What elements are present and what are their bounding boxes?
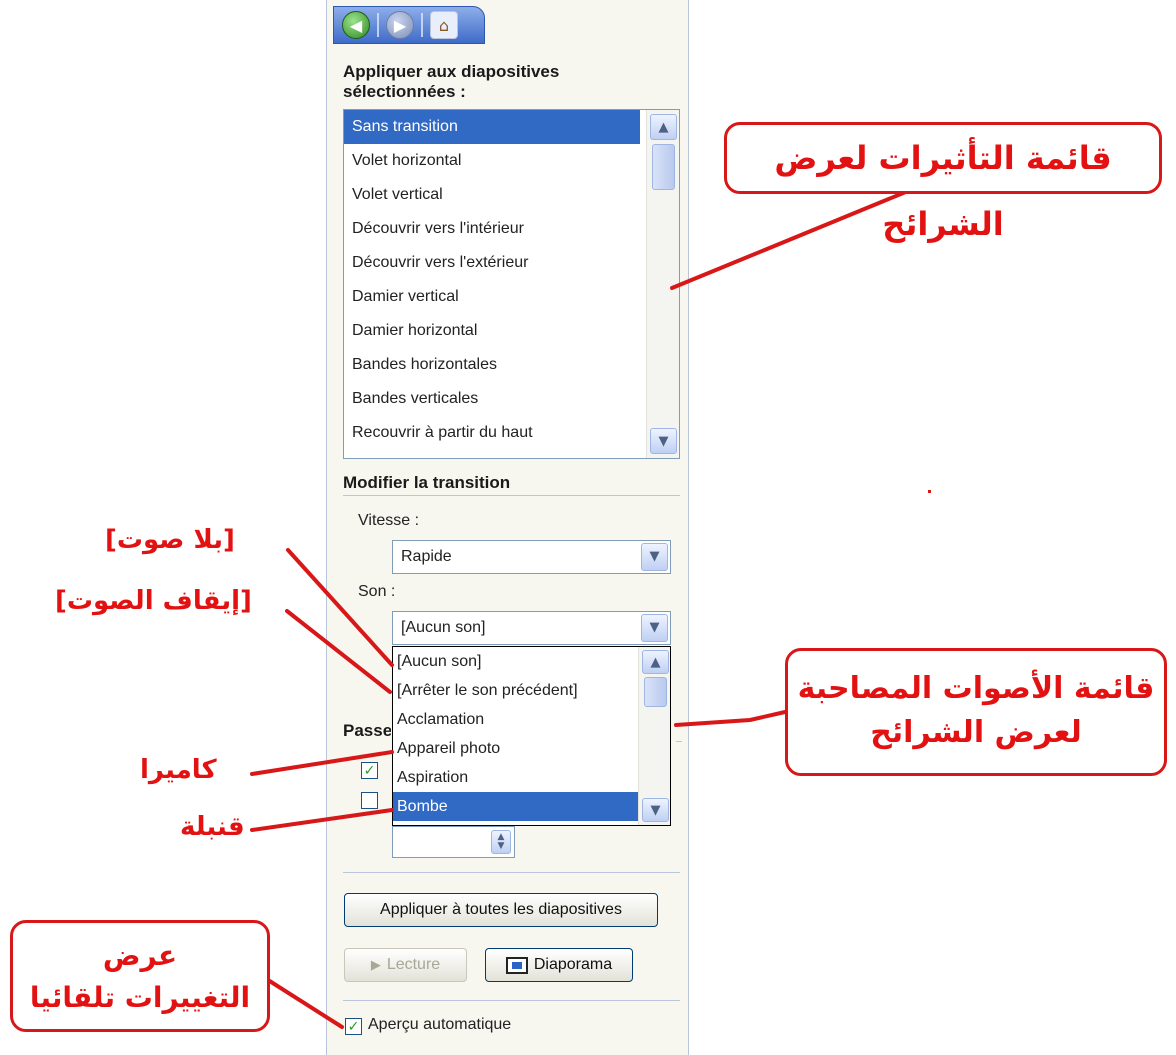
annotation-line-stop-sound bbox=[285, 609, 392, 694]
red-dot bbox=[928, 490, 931, 493]
effects-list-callout: قائمة التأثيرات لعرض الشرائح bbox=[724, 122, 1162, 243]
annotation-line-sounds-list bbox=[674, 710, 787, 727]
sounds-list-callout: قائمة الأصوات المصاحبة لعرض الشرائح bbox=[785, 648, 1167, 776]
auto-preview-callout: عرض التغييرات تلقائيا bbox=[10, 920, 270, 1032]
auto-preview-callout-line2: التغييرات تلقائيا bbox=[29, 981, 251, 1014]
annotation-line-bomb bbox=[250, 808, 394, 832]
annotation-line-no-sound bbox=[286, 548, 394, 667]
stop-sound-annotation: [إيقاف الصوت] bbox=[55, 586, 252, 616]
annotation-line-auto-preview bbox=[266, 978, 344, 1029]
auto-preview-callout-line1: عرض bbox=[102, 939, 178, 972]
sounds-list-callout-line2: لعرض الشرائح bbox=[870, 715, 1082, 750]
annotation-line-camera bbox=[250, 750, 394, 776]
camera-annotation: كاميرا bbox=[140, 755, 217, 785]
bomb-annotation: قنبلة bbox=[180, 812, 245, 842]
no-sound-annotation: [بلا صوت] bbox=[105, 525, 235, 555]
sounds-list-callout-line1: قائمة الأصوات المصاحبة bbox=[797, 671, 1155, 706]
